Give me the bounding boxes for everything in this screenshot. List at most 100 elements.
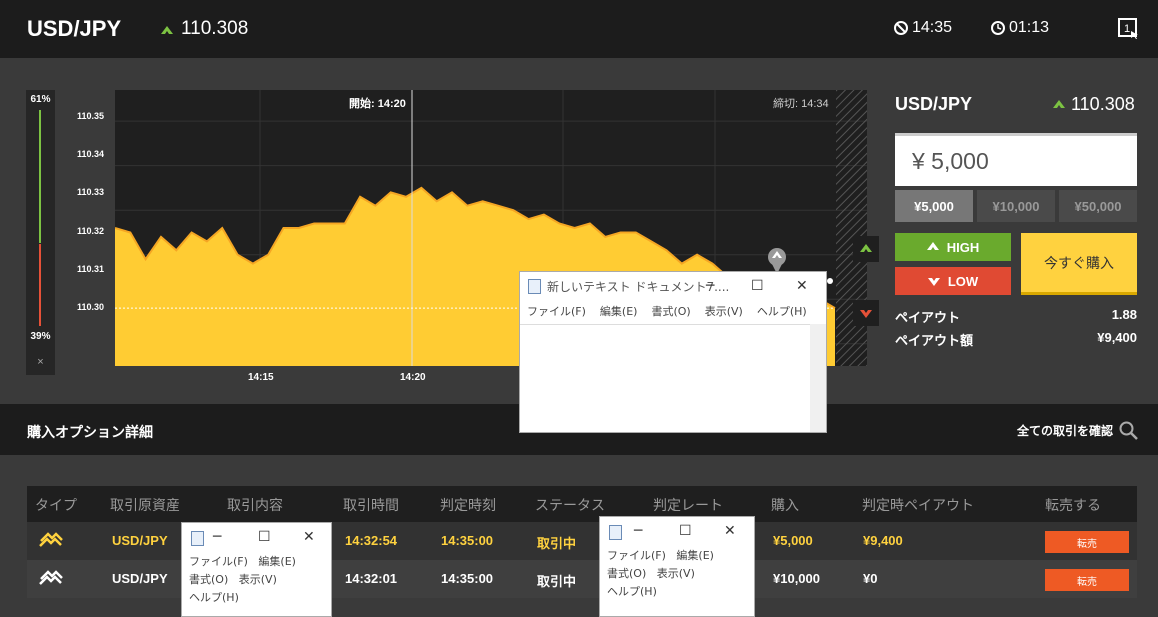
- low-button[interactable]: LOW: [895, 267, 1011, 295]
- row-buy: ¥10,000: [773, 571, 820, 586]
- notepad-window[interactable]: 新しいテキスト ドキュメント7.... ─ ☐ ✕ ファイル(F) 編集(E) …: [519, 271, 827, 433]
- y-tick: 110.30: [77, 302, 105, 312]
- current-price-dot: [827, 278, 833, 284]
- window-icon: 1: [1118, 18, 1138, 39]
- preset-10000-button[interactable]: ¥10,000: [977, 190, 1055, 222]
- row-judge-time: 14:35:00: [441, 571, 494, 586]
- menu-view[interactable]: 表示(V): [239, 573, 277, 586]
- menu-file[interactable]: ファイル(F): [189, 555, 248, 568]
- notepad-titlebar[interactable]: ─ ☐ ✕: [600, 517, 754, 547]
- resell-button[interactable]: 転売: [1045, 531, 1129, 553]
- minimize-button[interactable]: ─: [634, 523, 642, 539]
- preset-50000-button[interactable]: ¥50,000: [1059, 190, 1137, 222]
- y-tick: 110.33: [77, 187, 105, 197]
- timer-text: 01:13: [1009, 19, 1050, 36]
- col-header: ステータス: [535, 497, 605, 513]
- col-header: 取引時間: [343, 497, 399, 513]
- col-header: 取引内容: [227, 497, 283, 513]
- table-header: タイプ 取引原資産 取引内容 取引時間 判定時刻 ステータス 判定レート 購入 …: [27, 486, 1137, 522]
- menu-file[interactable]: ファイル(F): [607, 549, 666, 562]
- close-button[interactable]: ✕: [724, 523, 736, 539]
- notepad-icon: [528, 278, 541, 294]
- sentiment-bar: 61% 39% ×: [26, 90, 55, 375]
- view-all-trades-link[interactable]: 全ての取引を確認: [1017, 422, 1113, 439]
- menu-edit[interactable]: 編集(E): [258, 555, 296, 568]
- menu-help[interactable]: ヘルプ(H): [757, 303, 807, 319]
- notepad-scrollbar[interactable]: [810, 324, 826, 432]
- notepad-text-area[interactable]: [520, 324, 810, 432]
- up-arrow-icon: [161, 26, 173, 34]
- up-arrow-icon: [1053, 100, 1065, 108]
- menu-format[interactable]: 書式(O): [607, 567, 646, 580]
- col-header: 判定時ペイアウト: [862, 497, 974, 513]
- high-bar: [39, 110, 41, 243]
- history-icon: [991, 21, 1005, 35]
- notepad-titlebar[interactable]: 新しいテキスト ドキュメント7.... ─ ☐ ✕: [520, 272, 826, 300]
- low-marker: [853, 300, 879, 326]
- row-asset: USD/JPY: [112, 571, 168, 586]
- notepad-menubar: ファイル(F) 編集(E) 書式(O) 表示(V) ヘルプ(H): [600, 547, 754, 601]
- col-header: 判定時刻: [440, 497, 496, 513]
- high-percentage: 61%: [30, 94, 51, 105]
- payout-value: 1.88: [1111, 307, 1137, 322]
- notepad-icon: [191, 531, 204, 546]
- payout-amount-label: ペイアウト額: [895, 333, 974, 348]
- menu-edit[interactable]: 編集(E): [676, 549, 714, 562]
- preset-5000-button[interactable]: ¥5,000: [895, 190, 973, 222]
- low-bar: [39, 244, 41, 326]
- resell-button[interactable]: 転売: [1045, 569, 1129, 591]
- low-label: LOW: [947, 273, 979, 289]
- menu-format[interactable]: 書式(O): [189, 573, 228, 586]
- minimize-button[interactable]: ─: [706, 278, 714, 294]
- down-arrow-icon: [927, 278, 940, 286]
- x-tick: 14:20: [400, 372, 426, 383]
- asset-pair-title: USD/JPY: [27, 16, 122, 41]
- notepad-menubar: ファイル(F) 編集(E) 書式(O) 表示(V) ヘルプ(H): [520, 300, 826, 322]
- menu-file[interactable]: ファイル(F): [527, 303, 586, 319]
- up-arrow-icon: [860, 244, 872, 252]
- col-header: 判定レート: [653, 497, 723, 513]
- clock-text: 14:35: [912, 19, 953, 36]
- down-arrow-icon: [860, 310, 872, 318]
- menu-format[interactable]: 書式(O): [651, 303, 690, 319]
- close-button[interactable]: ✕: [796, 278, 808, 294]
- details-title: 購入オプション詳細: [27, 424, 153, 440]
- row-judge-time: 14:35:00: [441, 533, 494, 548]
- close-sentiment-button[interactable]: ×: [26, 356, 55, 368]
- row-time: 14:32:01: [345, 571, 398, 586]
- menu-help[interactable]: ヘルプ(H): [607, 585, 657, 598]
- buy-now-button[interactable]: 今すぐ購入: [1021, 233, 1137, 295]
- row-status: 取引中: [537, 536, 577, 551]
- expiry-clock: 14:35: [894, 19, 952, 37]
- row-time: 14:32:54: [345, 533, 398, 548]
- amount-input[interactable]: ¥ 5,000: [895, 133, 1137, 186]
- menu-view[interactable]: 表示(V): [657, 567, 695, 580]
- end-label: 締切: 14:34: [773, 96, 829, 110]
- low-percentage: 39%: [30, 331, 51, 342]
- col-header: 購入: [771, 497, 799, 513]
- window-count-button[interactable]: 1: [1118, 18, 1140, 45]
- menu-view[interactable]: 表示(V): [705, 303, 743, 319]
- trade-rate: 110.308: [1071, 94, 1135, 114]
- y-tick: 110.34: [77, 149, 105, 159]
- minimize-button[interactable]: ─: [213, 529, 221, 545]
- y-tick: 110.32: [77, 226, 105, 236]
- search-icon[interactable]: [1119, 421, 1138, 440]
- maximize-button[interactable]: ☐: [751, 278, 764, 294]
- menu-edit[interactable]: 編集(E): [600, 303, 638, 319]
- maximize-button[interactable]: ☐: [679, 523, 692, 539]
- maximize-button[interactable]: ☐: [258, 529, 271, 545]
- no-entry-icon: [894, 21, 908, 35]
- col-header: 取引原資産: [110, 497, 180, 513]
- menu-help[interactable]: ヘルプ(H): [189, 591, 239, 604]
- notepad-window-small[interactable]: ─ ☐ ✕ ファイル(F) 編集(E) 書式(O) 表示(V) ヘルプ(H): [181, 522, 332, 617]
- notepad-window-small[interactable]: ─ ☐ ✕ ファイル(F) 編集(E) 書式(O) 表示(V) ヘルプ(H): [599, 516, 755, 617]
- notepad-titlebar[interactable]: ─ ☐ ✕: [182, 523, 331, 553]
- payout-label: ペイアウト: [895, 310, 961, 325]
- current-rate: 110.308: [181, 18, 249, 39]
- svg-text:1: 1: [1124, 23, 1130, 35]
- payout-amount-value: ¥9,400: [1097, 330, 1137, 345]
- close-button[interactable]: ✕: [303, 529, 315, 545]
- high-button[interactable]: HIGH: [895, 233, 1011, 261]
- trade-pair: USD/JPY: [895, 94, 973, 114]
